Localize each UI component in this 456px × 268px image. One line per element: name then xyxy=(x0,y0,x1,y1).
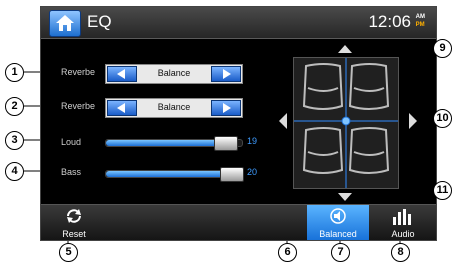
callout-7: 7 xyxy=(331,243,350,262)
reverb-prev-button-1[interactable] xyxy=(107,66,137,82)
loud-slider-thumb[interactable] xyxy=(214,136,238,151)
arrow-right-icon xyxy=(223,103,231,113)
arrow-left-icon xyxy=(117,69,125,79)
reverb-next-button-1[interactable] xyxy=(211,66,241,82)
audio-label: Audio xyxy=(391,229,415,239)
balanced-label: Balanced xyxy=(319,229,357,239)
callout-8: 8 xyxy=(391,243,410,262)
bass-value: 20 xyxy=(247,167,258,177)
loud-value: 19 xyxy=(247,136,258,146)
am-pm-indicator: AM PM xyxy=(416,13,425,29)
reverb-prev-button-2[interactable] xyxy=(107,100,137,116)
reverb-next-button-2[interactable] xyxy=(211,100,241,116)
bass-slider-fill xyxy=(106,171,231,177)
reverb-selector-2: Balance xyxy=(105,98,243,118)
page-title: EQ xyxy=(87,12,112,31)
home-button[interactable] xyxy=(49,10,81,37)
balance-left-button[interactable] xyxy=(279,113,287,129)
loud-slider-fill xyxy=(106,140,225,146)
audio-button[interactable]: Audio xyxy=(375,205,431,240)
header-bar: EQ 12:06 AM PM xyxy=(41,7,436,39)
callout-4: 4 xyxy=(5,162,24,181)
balance-up-button[interactable] xyxy=(338,45,352,53)
arrow-right-icon xyxy=(223,69,231,79)
clock-time: 12:06 xyxy=(368,12,411,31)
reverb-selector-1: Balance xyxy=(105,64,243,84)
reverb-label-1: Reverbe xyxy=(61,67,96,77)
callout-2: 2 xyxy=(5,97,24,116)
reset-icon xyxy=(67,209,81,223)
bass-slider-thumb[interactable] xyxy=(220,167,244,182)
arrow-left-icon xyxy=(117,103,125,113)
callout-1: 1 xyxy=(5,63,24,82)
callout-9: 9 xyxy=(433,39,452,58)
home-icon xyxy=(56,15,74,31)
car-seats-icon xyxy=(294,58,398,188)
reverb-value-2: Balance xyxy=(157,102,191,112)
reverb-value-1: Balance xyxy=(157,68,191,78)
bass-slider[interactable] xyxy=(105,167,244,182)
reset-label: Reset xyxy=(62,229,86,239)
bass-label: Bass xyxy=(61,167,82,177)
seat-balance-panel[interactable] xyxy=(293,57,399,189)
equalizer-icon xyxy=(393,209,411,225)
callout-3: 3 xyxy=(5,131,24,150)
loud-slider[interactable] xyxy=(105,136,243,151)
am-label: AM xyxy=(415,14,425,20)
reset-button[interactable]: Reset xyxy=(49,205,99,240)
balance-right-button[interactable] xyxy=(409,113,417,129)
pm-label: PM xyxy=(415,22,425,28)
balanced-button[interactable]: Balanced xyxy=(307,205,369,240)
balance-down-button[interactable] xyxy=(338,193,352,201)
callout-6: 6 xyxy=(278,243,297,262)
callout-10: 10 xyxy=(433,109,452,128)
callout-5: 5 xyxy=(59,243,78,262)
eq-screen: EQ 12:06 AM PM Reverbe Balance Reverbe B… xyxy=(40,6,437,241)
bottom-toolbar: Reset Balanced Audio xyxy=(41,204,436,240)
speaker-icon xyxy=(330,208,346,224)
loud-label: Loud xyxy=(61,137,82,147)
callout-11: 11 xyxy=(433,181,452,200)
reverb-label-2: Reverbe xyxy=(61,101,96,111)
